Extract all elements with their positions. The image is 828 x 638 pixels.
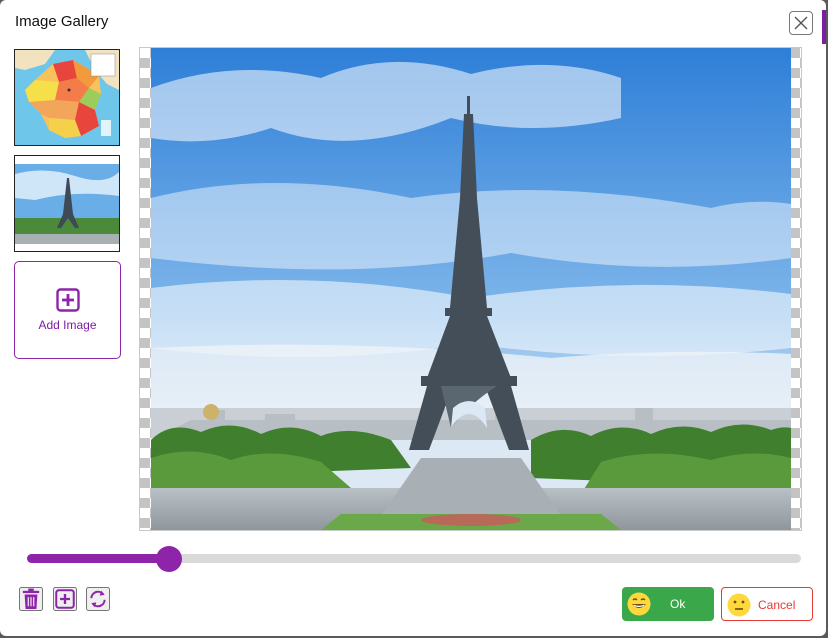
add-button[interactable] xyxy=(53,587,77,611)
close-button[interactable] xyxy=(789,11,813,35)
image-preview xyxy=(139,47,802,531)
add-image-button[interactable]: Add Image xyxy=(14,261,121,359)
map-of-france-thumbnail xyxy=(15,50,119,145)
eiffel-tower-thumbnail xyxy=(15,156,119,251)
thumbnail-map[interactable] xyxy=(14,49,120,146)
refresh-icon xyxy=(90,590,106,608)
edge-accent xyxy=(822,10,826,44)
add-icon xyxy=(55,589,75,609)
image-gallery-dialog: Image Gallery Add Image Ok Cancel xyxy=(0,0,826,636)
cancel-button[interactable]: Cancel xyxy=(721,587,813,621)
zoom-slider[interactable] xyxy=(27,546,801,572)
grinning-face-icon xyxy=(627,592,651,616)
neutral-face-icon xyxy=(727,593,751,617)
thumbnail-eiffel-tower[interactable] xyxy=(14,155,120,252)
refresh-button[interactable] xyxy=(86,587,110,611)
dialog-title: Image Gallery xyxy=(15,13,109,30)
delete-button[interactable] xyxy=(19,587,43,611)
add-image-label: Add Image xyxy=(38,318,97,332)
slider-fill xyxy=(27,554,169,563)
cancel-label: Cancel xyxy=(758,598,796,612)
add-icon xyxy=(55,288,80,312)
slider-thumb[interactable] xyxy=(156,546,182,572)
close-icon xyxy=(794,16,808,30)
eiffel-tower-image xyxy=(151,48,791,530)
ok-button[interactable]: Ok xyxy=(622,587,714,621)
trash-icon xyxy=(22,588,40,609)
ok-label: Ok xyxy=(670,597,686,611)
